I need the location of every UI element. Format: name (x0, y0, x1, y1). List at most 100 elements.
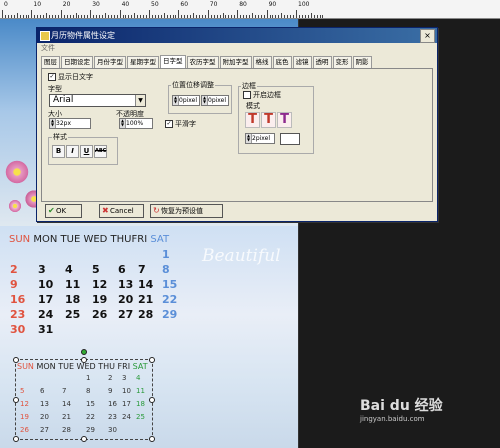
tab-10[interactable]: 透明 (312, 56, 332, 68)
properties-dialog[interactable]: 月历物件属性设定 × 文件 图层 日期设定 月份字型 星期字型 日字型 农历字型 附加字型格… (36, 27, 438, 222)
offset-y-stepper[interactable]: ▲ ▼ 0pixel (201, 95, 229, 106)
tab-12[interactable]: 阴影 (352, 56, 372, 68)
spin-arrows-icon[interactable]: ▲ ▼ (50, 119, 56, 128)
ruler-subtick (222, 13, 224, 18)
ruler-subtick (75, 13, 77, 18)
tab-1[interactable]: 日期设定 (61, 56, 93, 68)
resize-handle[interactable] (81, 436, 87, 442)
ruler-subtick (231, 15, 233, 18)
dialog-titlebar[interactable]: 月历物件属性设定 × (37, 28, 437, 43)
small-calendar-day: 8 (86, 387, 91, 395)
ruler-subtick (287, 15, 289, 18)
ruler-label: 50 (151, 1, 159, 8)
cancel-label: Cancel (110, 207, 134, 215)
ruler-subtick (210, 15, 212, 18)
border-mode-label: 模式 (246, 102, 260, 110)
ruler-label: 100 (298, 1, 310, 8)
close-button[interactable]: × (420, 29, 435, 43)
ruler-subtick (128, 15, 130, 18)
small-calendar-day: 4 (136, 374, 141, 382)
resize-handle[interactable] (13, 397, 19, 403)
resize-handle[interactable] (149, 397, 155, 403)
ruler-tick (119, 10, 121, 18)
reset-defaults-button[interactable]: ↻ 恢复为预设值 (150, 204, 223, 218)
small-calendar-day: 23 (108, 413, 117, 421)
border-color-swatch[interactable] (280, 133, 300, 145)
tab-11[interactable]: 变形 (332, 56, 352, 68)
bold-button[interactable]: B (52, 145, 65, 158)
calendar-day: 4 (65, 263, 73, 276)
ruler-subtick (213, 15, 215, 18)
spin-arrows-icon[interactable]: ▲ ▼ (246, 134, 252, 143)
opacity-stepper[interactable]: ▲ ▼ 100% (119, 118, 153, 129)
calendar-day: 30 (10, 323, 26, 336)
offset-x-stepper[interactable]: ▲ ▼ 0pixel (172, 95, 200, 106)
strikethrough-button[interactable]: ABC (94, 145, 107, 158)
ruler-subtick (146, 15, 148, 18)
resize-handle[interactable] (13, 436, 19, 442)
smooth-checkbox[interactable]: ✓ (165, 120, 173, 128)
small-calendar-day: 13 (40, 400, 49, 408)
ok-label: OK (56, 207, 67, 215)
ruler-subtick (110, 15, 112, 18)
offset-y-unit: pixel (211, 97, 227, 104)
border-mode-glow-icon[interactable]: T (277, 112, 292, 128)
font-select[interactable]: Arial ▼ (49, 94, 146, 107)
size-stepper[interactable]: ▲ ▼ 32px (49, 118, 91, 129)
small-calendar-day: 16 (108, 400, 117, 408)
tab-0[interactable]: 图层 (41, 56, 60, 68)
selection-box[interactable] (15, 359, 153, 440)
calendar-preview[interactable]: SUN MON TUE WED THUFRI SAT Beautiful SUN… (0, 226, 299, 448)
tab-4[interactable]: 日字型 (160, 55, 186, 68)
border-width-stepper[interactable]: ▲ ▼ 2pixel (245, 133, 275, 144)
small-calendar-day: 30 (108, 426, 117, 434)
font-select-value: Arial (53, 95, 74, 105)
ruler-subtick (63, 15, 65, 18)
menu-file[interactable]: 文件 (37, 43, 437, 53)
font-label: 字型 (48, 85, 62, 93)
small-calendar-day: 7 (62, 387, 67, 395)
small-calendar-day: 10 (122, 387, 131, 395)
resize-handle[interactable] (149, 357, 155, 363)
border-enable-checkbox[interactable] (243, 91, 251, 99)
tab-2[interactable]: 月份字型 (94, 56, 126, 68)
tab-3[interactable]: 星期字型 (127, 56, 159, 68)
italic-button[interactable]: I (66, 145, 79, 158)
cancel-button[interactable]: ✖ Cancel (99, 204, 144, 218)
calendar-day: 23 (10, 308, 26, 321)
small-weekday-fri: FRI (117, 362, 131, 371)
tab-7[interactable]: 格线 (252, 56, 272, 68)
calendar-day: 12 (92, 278, 108, 291)
small-calendar-day: 9 (108, 387, 113, 395)
calendar-day: 1 (162, 248, 170, 261)
ruler-subtick (243, 15, 245, 18)
ok-button[interactable]: ✔ OK (45, 204, 82, 218)
x-icon: ✖ (102, 206, 109, 215)
ruler-subtick (13, 15, 15, 18)
ruler-subtick (140, 15, 142, 18)
underline-button[interactable]: U (80, 145, 93, 158)
border-mode-shadow-icon[interactable]: T (261, 112, 276, 128)
resize-handle[interactable] (149, 436, 155, 442)
show-day-text-checkbox[interactable]: ✓ (48, 73, 56, 81)
small-calendar-day: 5 (20, 387, 25, 395)
show-day-text-label: 显示日文字 (58, 73, 93, 81)
tab-5[interactable]: 农历字型 (186, 56, 219, 68)
calendar-day: 10 (38, 278, 54, 291)
spin-arrows-icon[interactable]: ▲ ▼ (202, 96, 208, 105)
tab-6[interactable]: 附加字型 (219, 56, 252, 68)
calendar-day: 27 (118, 308, 134, 321)
rotate-handle[interactable] (81, 349, 87, 355)
tab-8[interactable]: 底色 (272, 56, 292, 68)
ruler-tick (178, 10, 180, 18)
border-mode-outline-icon[interactable]: T (245, 112, 260, 128)
spin-arrows-icon[interactable]: ▲ ▼ (120, 119, 126, 128)
spin-arrows-icon[interactable]: ▲ ▼ (173, 96, 179, 105)
chevron-down-icon[interactable]: ▼ (135, 95, 145, 106)
tab-9[interactable]: 滤镜 (292, 56, 312, 68)
ruler-subtick (107, 15, 109, 18)
ruler-label: 60 (180, 1, 189, 8)
ruler-subtick (157, 15, 159, 18)
ruler-subtick (166, 15, 168, 18)
watermark-brand: Bai du 经验 (360, 398, 443, 414)
